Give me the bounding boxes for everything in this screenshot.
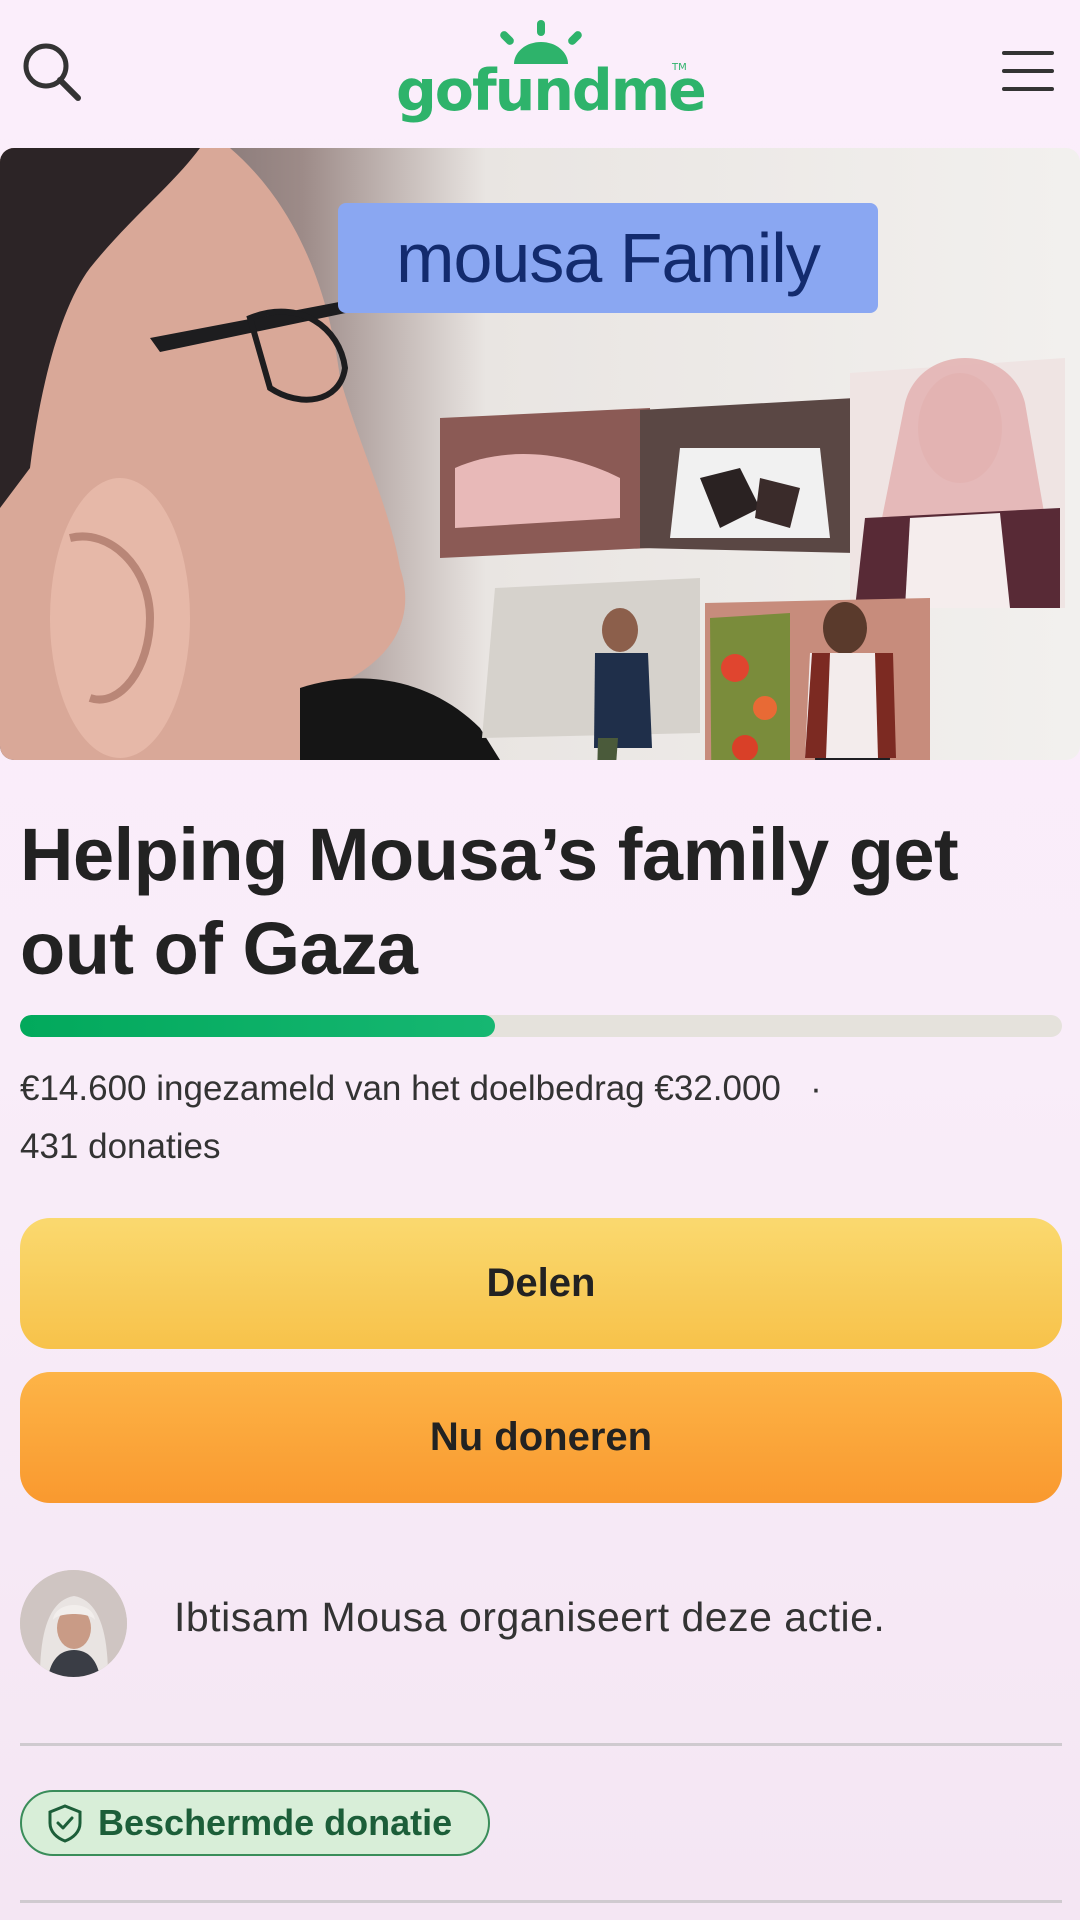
stats-separator: ·: [810, 1069, 822, 1108]
protected-donation-badge[interactable]: Beschermde donatie: [20, 1790, 490, 1856]
trademark-mark: TM: [672, 62, 687, 73]
search-button[interactable]: [18, 38, 88, 108]
organizer-row[interactable]: Ibtisam Mousa organiseert deze actie.: [20, 1570, 1060, 1678]
avatar-photo: [20, 1570, 127, 1677]
menu-button[interactable]: [1000, 48, 1056, 94]
campaign-hero-image[interactable]: mousa Family: [0, 148, 1080, 760]
section-divider-bottom: [20, 1900, 1062, 1903]
hamburger-menu-icon: [1002, 51, 1054, 91]
raised-amount-text: €14.600 ingezameld van het doelbedrag €3…: [20, 1069, 781, 1108]
share-button[interactable]: Delen: [20, 1218, 1062, 1349]
organizer-text: Ibtisam Mousa organiseert deze actie.: [174, 1594, 886, 1640]
hero-overlay-label: mousa Family: [338, 203, 878, 313]
search-icon: [23, 43, 81, 101]
campaign-title: Helping Mousa’s family get out of Gaza: [20, 813, 959, 990]
protected-donation-label: Beschermde donatie: [98, 1802, 453, 1843]
shield-check-icon: [48, 1804, 82, 1843]
top-bar: gofundme TM: [0, 0, 1080, 148]
donation-count-text: 431 donaties: [20, 1127, 221, 1166]
logo-wordmark: gofundme: [396, 58, 707, 124]
gofundme-logo[interactable]: gofundme TM: [390, 18, 707, 128]
funding-progress-bar: [20, 1015, 1062, 1037]
funding-stats: €14.600 ingezameld van het doelbedrag €3…: [20, 1060, 1060, 1176]
campaign-page: gofundme TM mousa Family Helping Mousa’s…: [0, 0, 1080, 1920]
funding-progress-fill: [20, 1015, 496, 1037]
section-divider: [20, 1743, 1062, 1746]
organizer-avatar[interactable]: [20, 1570, 127, 1677]
donate-button[interactable]: Nu doneren: [20, 1372, 1062, 1503]
